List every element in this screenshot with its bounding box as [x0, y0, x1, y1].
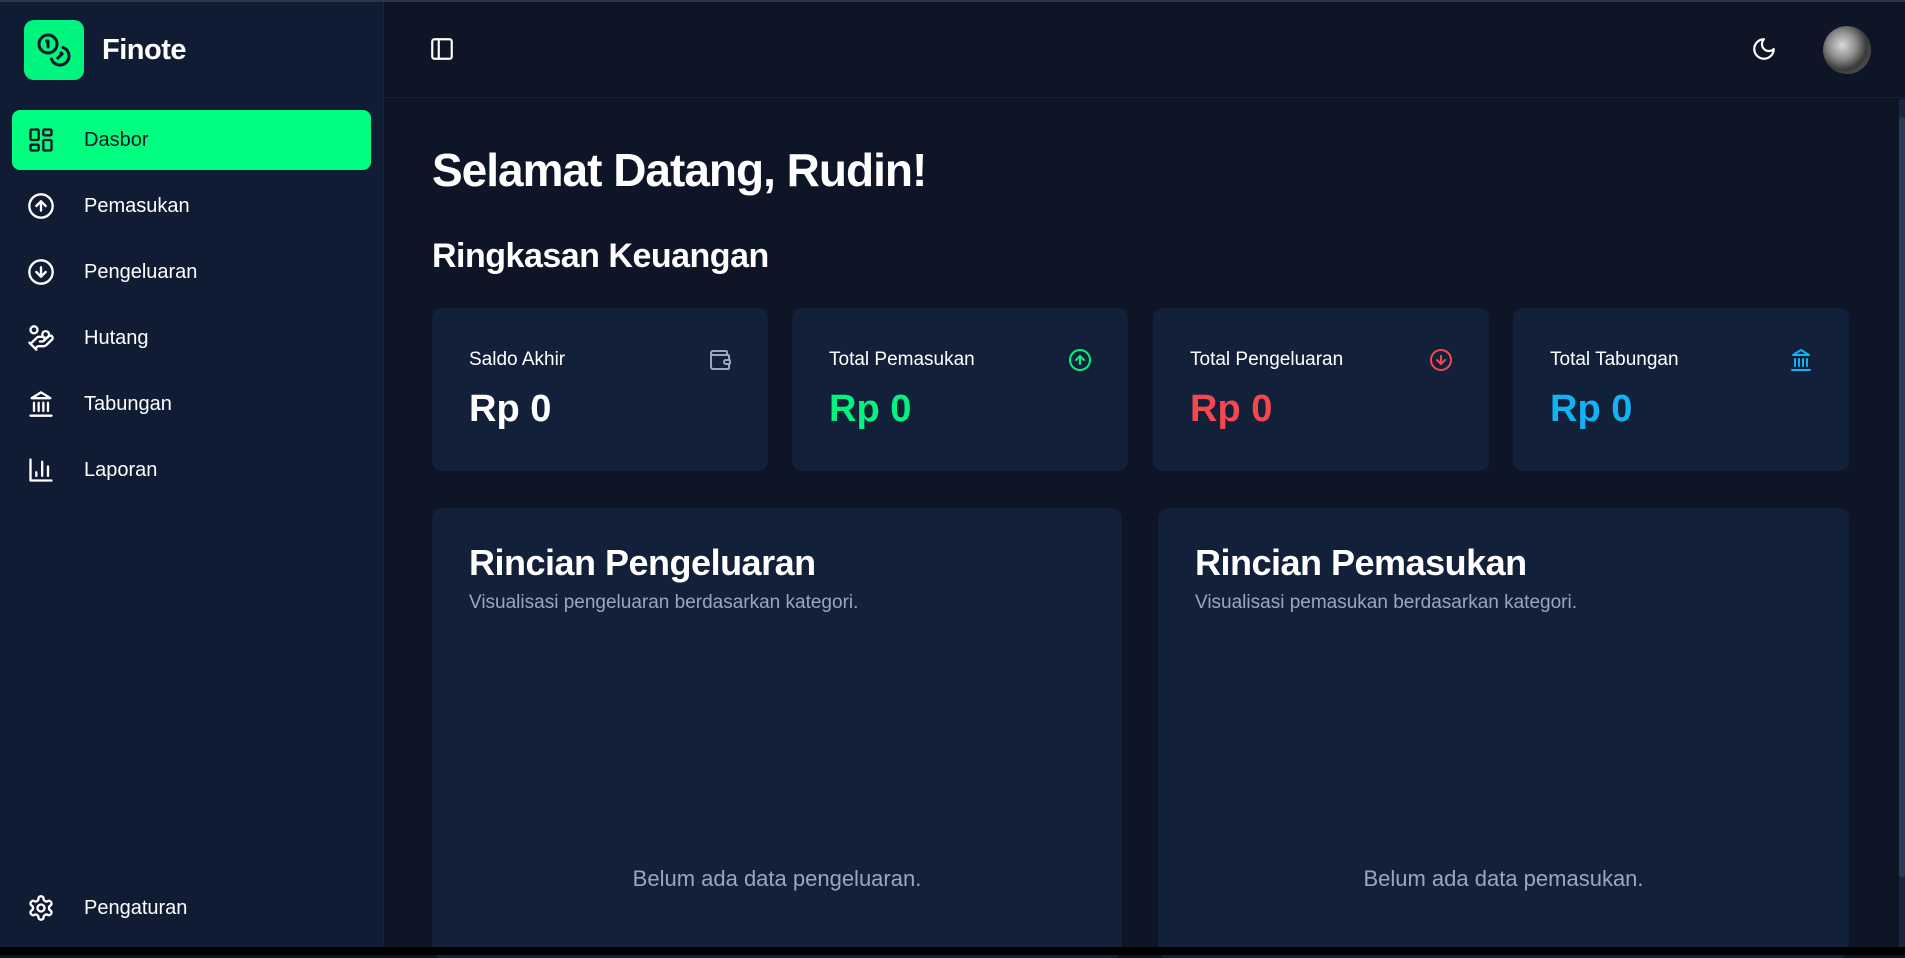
- page-title: Selamat Datang, Rudin!: [432, 144, 927, 196]
- card-label: Total Pengeluaran: [1190, 349, 1344, 370]
- summary-card-total-tabungan: Total Tabungan Rp 0: [1513, 308, 1849, 471]
- sidebar-item-dasbor[interactable]: Dasbor: [12, 110, 371, 170]
- sidebar-item-laporan[interactable]: Laporan: [12, 440, 371, 500]
- card-label: Total Tabungan: [1550, 349, 1679, 370]
- sidebar-item-label: Dasbor: [84, 128, 149, 151]
- sidebar-toggle-icon: [431, 38, 453, 60]
- theme-toggle-button[interactable]: [1751, 36, 1779, 64]
- arrow-up-circle-icon: [1068, 348, 1092, 372]
- app-root: Finote Dasbor Pemasukan Pengeluaran Huta…: [0, 0, 1905, 958]
- panel-subtitle: Visualisasi pengeluaran berdasarkan kate…: [469, 592, 859, 613]
- sidebar-item-pengaturan[interactable]: Pengaturan: [12, 878, 371, 938]
- scrollbar-thumb[interactable]: [1899, 117, 1905, 877]
- wallet-icon: [708, 348, 732, 372]
- moon-icon: [1753, 38, 1775, 60]
- sidebar-toggle-button[interactable]: [429, 36, 455, 62]
- hand-coins-icon: [26, 323, 56, 353]
- sidebar-item-label: Laporan: [84, 458, 158, 481]
- gear-icon: [26, 893, 56, 923]
- summary-card-total-pemasukan: Total Pemasukan Rp 0: [792, 308, 1128, 471]
- arrow-up-circle-icon: [26, 191, 56, 221]
- sidebar-item-label: Pengaturan: [84, 896, 188, 919]
- arrow-down-circle-icon: [26, 257, 56, 287]
- panel-rincian-pengeluaran: Rincian Pengeluaran Visualisasi pengelua…: [432, 508, 1122, 958]
- sidebar-item-label: Pengeluaran: [84, 260, 198, 283]
- coins-logo-icon: [24, 20, 84, 80]
- dashboard-icon: [26, 125, 56, 155]
- empty-state-text: Belum ada data pengeluaran.: [632, 866, 922, 891]
- panel-subtitle: Visualisasi pemasukan berdasarkan katego…: [1195, 592, 1577, 613]
- sidebar-item-label: Pemasukan: [84, 194, 190, 217]
- sidebar-bottom: Pengaturan: [12, 878, 371, 944]
- bank-icon: [1789, 348, 1813, 372]
- summary-card-saldo-akhir: Saldo Akhir Rp 0: [432, 308, 768, 471]
- sidebar-item-label: Hutang: [84, 326, 149, 349]
- panel-title: Rincian Pengeluaran: [469, 542, 816, 583]
- arrow-down-circle-icon: [1429, 348, 1453, 372]
- brand[interactable]: Finote: [24, 20, 187, 80]
- panel-title: Rincian Pemasukan: [1195, 542, 1527, 583]
- page-scrollbar[interactable]: [1899, 99, 1905, 947]
- card-value: Rp 0: [469, 388, 552, 430]
- top-header: [385, 2, 1905, 98]
- sidebar-item-label: Tabungan: [84, 392, 172, 415]
- card-value: Rp 0: [1550, 388, 1633, 430]
- empty-state-text: Belum ada data pemasukan.: [1363, 866, 1644, 891]
- sidebar-item-pengeluaran[interactable]: Pengeluaran: [12, 242, 371, 302]
- sidebar-item-hutang[interactable]: Hutang: [12, 308, 371, 368]
- main-content: Selamat Datang, Rudin! Ringkasan Keuanga…: [385, 99, 1890, 958]
- summary-card-total-pengeluaran: Total Pengeluaran Rp 0: [1153, 308, 1489, 471]
- sidebar-item-pemasukan[interactable]: Pemasukan: [12, 176, 371, 236]
- sidebar-nav: Dasbor Pemasukan Pengeluaran Hutang Tabu…: [12, 110, 371, 506]
- bar-chart-icon: [26, 455, 56, 485]
- bank-icon: [26, 389, 56, 419]
- section-title: Ringkasan Keuangan: [432, 237, 769, 275]
- panel-rincian-pemasukan: Rincian Pemasukan Visualisasi pemasukan …: [1158, 508, 1849, 958]
- bottom-bar: [0, 947, 1905, 955]
- card-label: Saldo Akhir: [469, 349, 566, 370]
- card-value: Rp 0: [829, 388, 912, 430]
- card-label: Total Pemasukan: [829, 349, 975, 370]
- card-value: Rp 0: [1190, 388, 1273, 430]
- sidebar-item-tabungan[interactable]: Tabungan: [12, 374, 371, 434]
- summary-cards: Saldo Akhir Rp 0 Total Pemasukan Rp 0 To…: [432, 308, 1849, 471]
- brand-name: Finote: [102, 33, 187, 66]
- user-avatar[interactable]: [1823, 26, 1871, 74]
- sidebar: Finote Dasbor Pemasukan Pengeluaran Huta…: [0, 2, 384, 947]
